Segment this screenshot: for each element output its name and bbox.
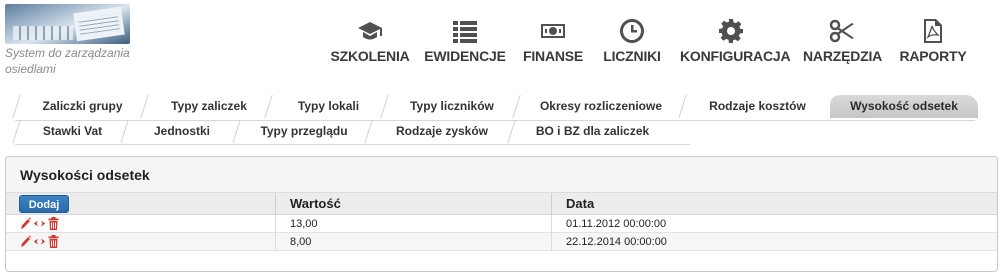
nav-szkolenia[interactable]: SZKOLENIA bbox=[330, 18, 410, 64]
nav-label: NARZĘDZIA bbox=[803, 48, 883, 64]
add-button[interactable]: Dodaj bbox=[19, 195, 69, 213]
cell-data: 22.12.2014 00:00:00 bbox=[551, 233, 997, 251]
tab-okresy-rozliczeniowe[interactable]: Okresy rozliczeniowe bbox=[520, 95, 682, 118]
logo-image bbox=[5, 4, 130, 44]
nav-ewidencje[interactable]: EWIDENCJE bbox=[423, 18, 507, 64]
nav-label: LICZNIKI bbox=[603, 48, 661, 64]
pencil-icon[interactable] bbox=[20, 217, 31, 230]
data-grid: Dodaj Wartość Data 13,00 01.11.2012 00:0… bbox=[6, 193, 997, 251]
gear-icon bbox=[680, 18, 782, 44]
column-header-data[interactable]: Data bbox=[551, 193, 997, 215]
tab-wysokosc-odsetek[interactable]: Wysokość odsetek bbox=[830, 95, 978, 118]
tab-rodzaje-kosztow[interactable]: Rodzaje kosztów bbox=[686, 95, 829, 118]
tab-bo-bz-zaliczek[interactable]: BO i BZ dla zaliczek bbox=[515, 120, 670, 143]
column-header-wartosc[interactable]: Wartość bbox=[275, 193, 551, 215]
table-row: 13,00 01.11.2012 00:00:00 bbox=[6, 215, 997, 233]
clock-icon bbox=[602, 18, 662, 44]
tab-jednostki[interactable]: Jednostki bbox=[128, 120, 236, 143]
tab-zaliczki-grupy[interactable]: Zaliczki grupy bbox=[20, 95, 145, 118]
cell-wartosc: 13,00 bbox=[275, 215, 551, 233]
grid-header: Dodaj Wartość Data bbox=[6, 193, 997, 215]
logo-text: System do zarządzania osiedlami bbox=[5, 46, 130, 76]
nav-raporty[interactable]: RAPORTY bbox=[898, 18, 968, 64]
nav-finanse[interactable]: FINANSE bbox=[523, 18, 583, 64]
nav-narzedzia[interactable]: NARZĘDZIA bbox=[803, 18, 883, 64]
tab-typy-zaliczek[interactable]: Typy zaliczek bbox=[148, 95, 270, 118]
trash-icon[interactable] bbox=[48, 235, 59, 248]
tab-bar: Zaliczki grupy Typy zaliczek Typy lokali… bbox=[0, 95, 1000, 150]
list-icon bbox=[423, 18, 507, 44]
nav-label: FINANSE bbox=[523, 48, 584, 64]
nav-liczniki[interactable]: LICZNIKI bbox=[602, 18, 662, 64]
eye-icon[interactable] bbox=[34, 217, 45, 230]
trash-icon[interactable] bbox=[48, 217, 59, 230]
nav-konfiguracja[interactable]: KONFIGURACJA bbox=[680, 18, 791, 64]
tab-typy-licznikow[interactable]: Typy liczników bbox=[388, 95, 516, 118]
nav-label: SZKOLENIA bbox=[330, 48, 410, 64]
panel-title: Wysokości odsetek bbox=[20, 167, 150, 183]
tab-typy-lokali[interactable]: Typy lokali bbox=[272, 95, 385, 118]
tab-stawki-vat[interactable]: Stawki Vat bbox=[20, 120, 125, 143]
eye-icon[interactable] bbox=[34, 235, 45, 248]
table-row: 8,00 22.12.2014 00:00:00 bbox=[6, 233, 997, 251]
panel-header: Wysokości odsetek bbox=[6, 157, 997, 193]
money-icon bbox=[523, 18, 583, 44]
nav-label: RAPORTY bbox=[899, 48, 967, 64]
interest-panel: Wysokości odsetek Dodaj Wartość Data 13,… bbox=[5, 156, 998, 272]
cell-data: 01.11.2012 00:00:00 bbox=[551, 215, 997, 233]
tab-typy-przegladu[interactable]: Typy przeglądu bbox=[240, 120, 368, 143]
cell-wartosc: 8,00 bbox=[275, 233, 551, 251]
graduation-cap-icon bbox=[330, 18, 410, 44]
tab-rodzaje-zyskow[interactable]: Rodzaje zysków bbox=[372, 120, 512, 143]
nav-label: KONFIGURACJA bbox=[680, 48, 791, 64]
pencil-icon[interactable] bbox=[20, 235, 31, 248]
scissors-icon bbox=[803, 18, 881, 44]
pdf-icon bbox=[898, 18, 968, 44]
nav-label: EWIDENCJE bbox=[424, 48, 506, 64]
